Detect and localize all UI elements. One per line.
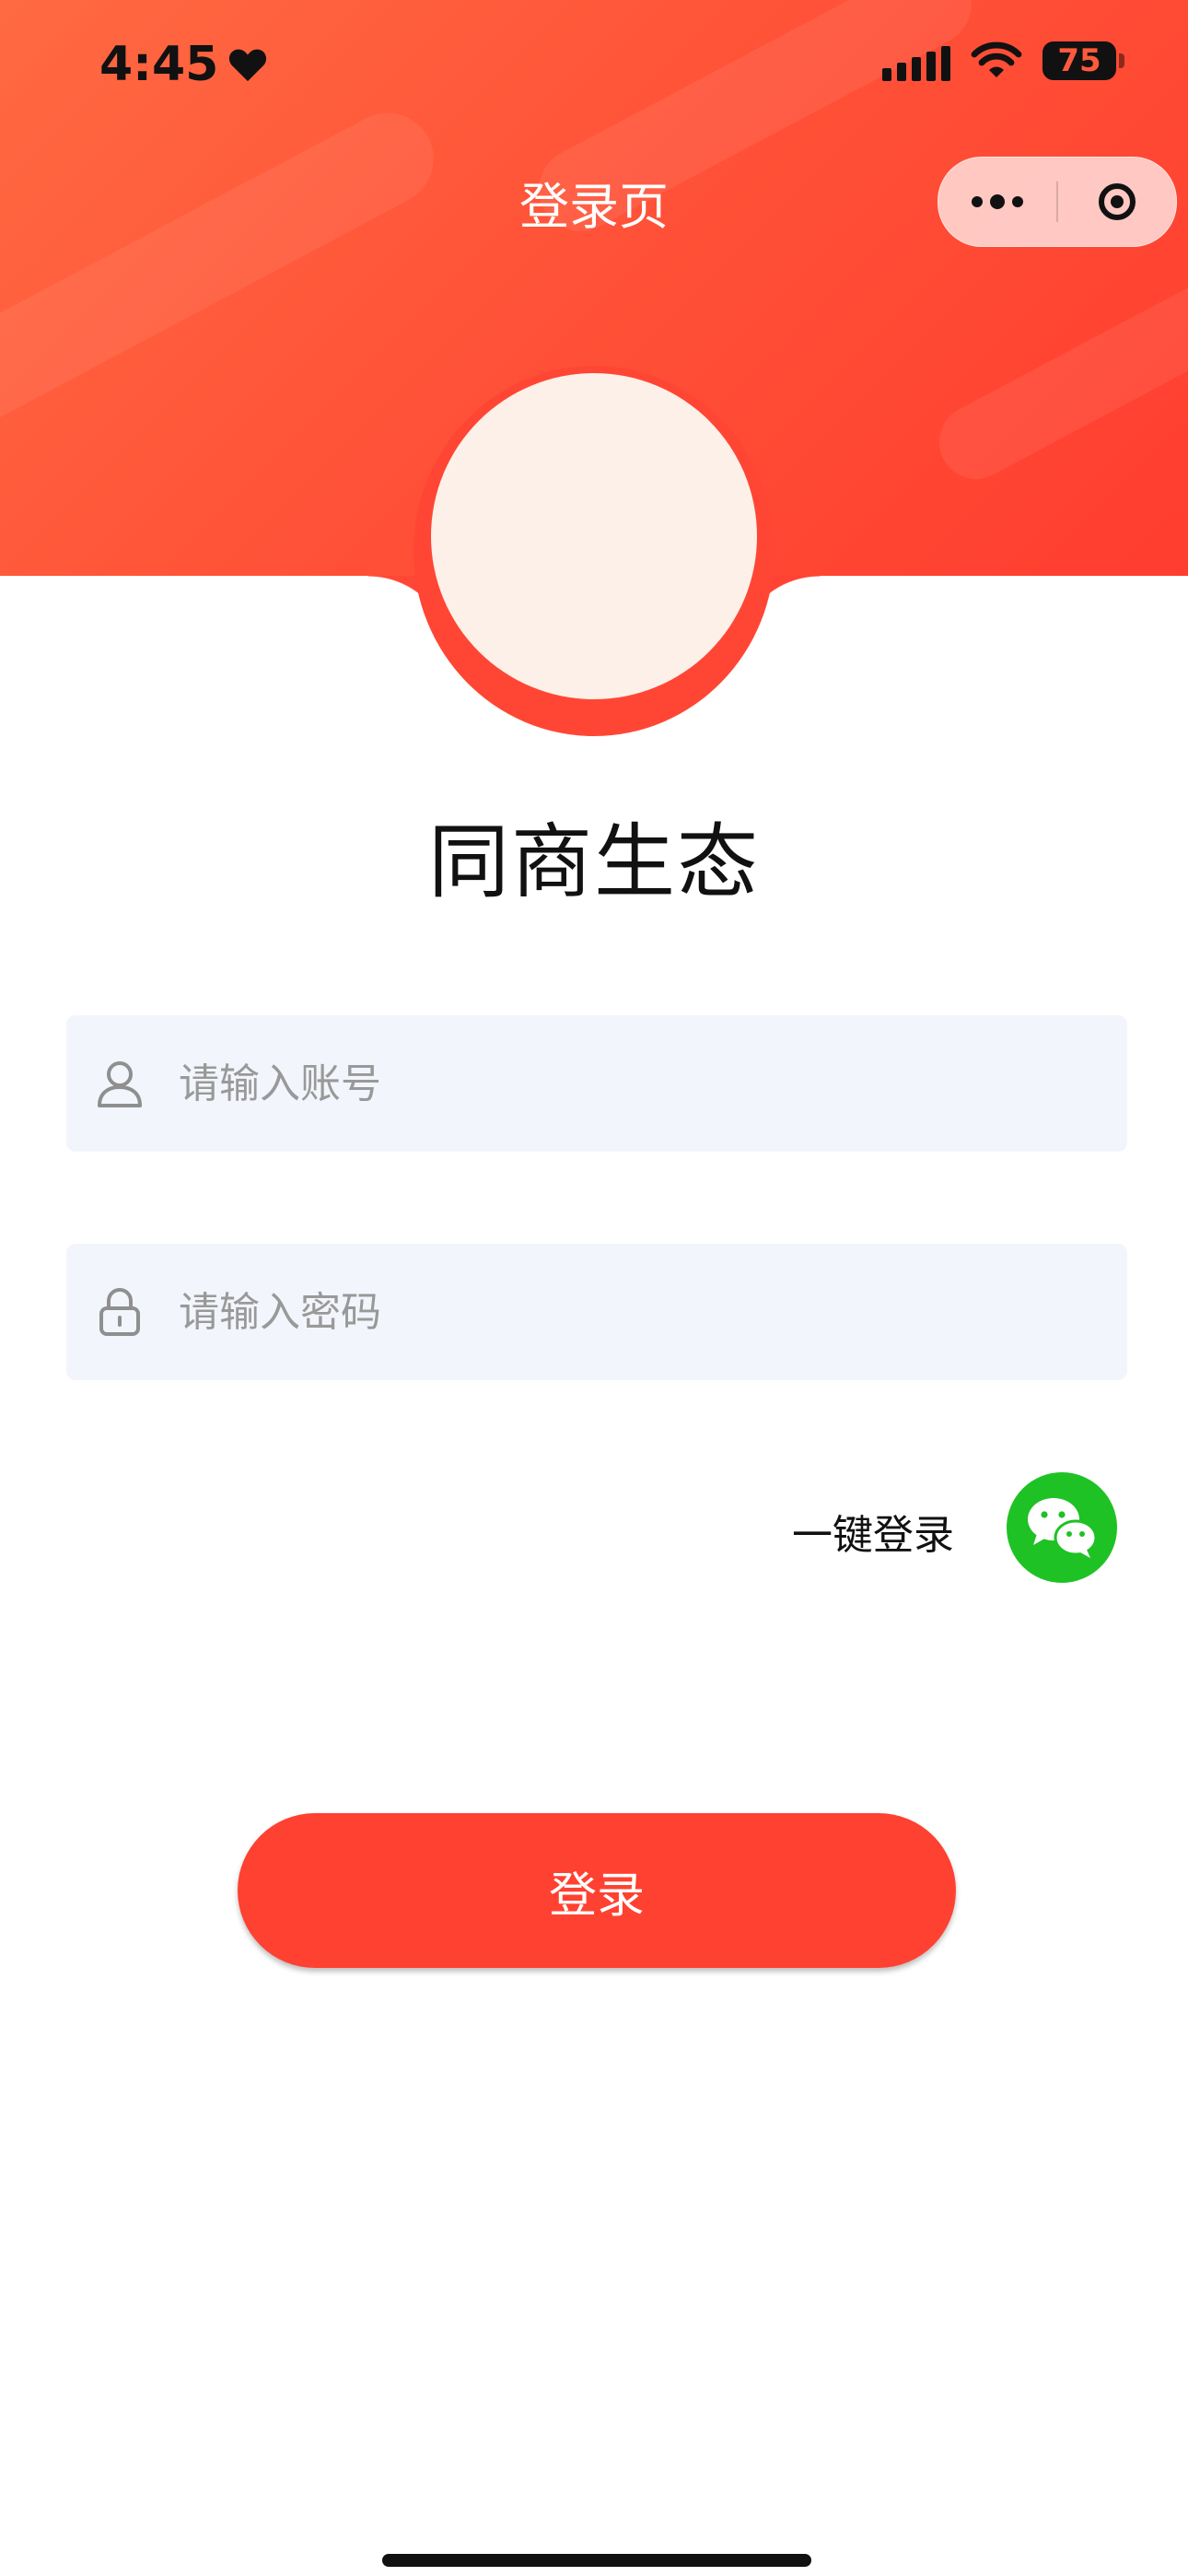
- decor-streak: [926, 245, 1188, 492]
- password-input[interactable]: [177, 1243, 1127, 1381]
- account-field: [66, 1014, 1127, 1153]
- status-time-text: 4:45: [99, 37, 219, 92]
- home-indicator: [382, 2554, 811, 2567]
- mini-program-capsule: [938, 157, 1177, 247]
- battery-icon: 75: [1042, 41, 1124, 80]
- quick-login-label[interactable]: 一键登录: [792, 1502, 954, 1561]
- app-name: 同商生态: [427, 814, 760, 909]
- battery-level: 75: [1057, 42, 1101, 79]
- wechat-icon: [1028, 1498, 1098, 1558]
- lock-icon: [99, 1288, 140, 1336]
- wechat-login-button[interactable]: [1007, 1472, 1117, 1583]
- heart-icon: [229, 49, 267, 82]
- more-button[interactable]: [938, 158, 1056, 246]
- password-field: [66, 1243, 1127, 1381]
- user-icon: [98, 1061, 142, 1107]
- more-dots-icon: [972, 194, 1023, 209]
- status-bar-indicators: 75: [882, 41, 1124, 81]
- app-logo: [431, 373, 757, 699]
- decor-streak: [0, 97, 450, 438]
- close-mini-program-button[interactable]: [1058, 158, 1176, 246]
- account-input[interactable]: [177, 1014, 1127, 1153]
- cellular-signal-icon: [882, 41, 950, 81]
- wifi-icon: [971, 41, 1022, 77]
- status-bar-time: 4:45: [99, 37, 268, 92]
- target-icon: [1099, 183, 1136, 220]
- login-button[interactable]: 登录: [238, 1813, 956, 1968]
